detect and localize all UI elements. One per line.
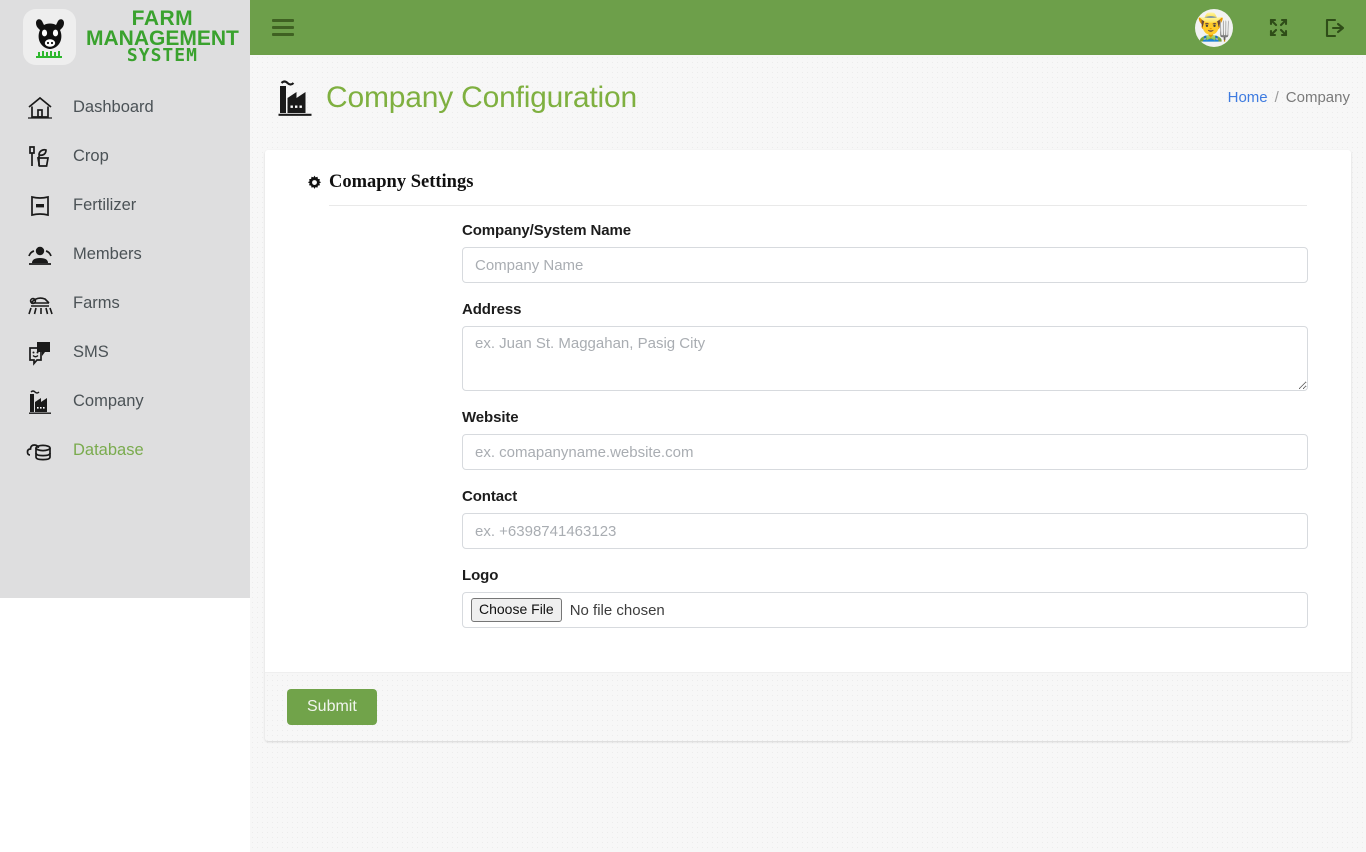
field-wrap: Company/System Name bbox=[462, 222, 1329, 283]
contact-input[interactable] bbox=[462, 513, 1308, 549]
card-header: Comapny Settings bbox=[265, 150, 1351, 206]
address-textarea[interactable] bbox=[462, 326, 1308, 391]
form-group-logo: Logo Choose File No file chosen bbox=[287, 567, 1329, 628]
breadcrumb-separator: / bbox=[1275, 89, 1279, 106]
brand-logo-block[interactable]: FARM MANAGEMENT SYSTEM bbox=[0, 0, 250, 73]
card-body: Company/System Name Address bbox=[265, 206, 1351, 672]
field-wrap: Address bbox=[462, 301, 1329, 391]
brand-text: FARM MANAGEMENT SYSTEM bbox=[86, 8, 239, 65]
hamburger-icon[interactable] bbox=[272, 19, 294, 37]
breadcrumb: Home / Company bbox=[1228, 89, 1350, 106]
topbar: 👨‍🌾 bbox=[250, 0, 1366, 55]
field-label-address: Address bbox=[462, 301, 1308, 318]
sidebar-item-label: Fertilizer bbox=[73, 196, 136, 215]
sidebar-nav: Dashboard Crop Fertilizer bbox=[0, 73, 250, 475]
sidebar-item-company[interactable]: Company bbox=[0, 377, 250, 426]
submit-button[interactable]: Submit bbox=[287, 689, 377, 725]
sidebar-item-label: SMS bbox=[73, 343, 109, 362]
breadcrumb-current: Company bbox=[1286, 89, 1350, 106]
sidebar-item-crop[interactable]: Crop bbox=[0, 132, 250, 181]
farmer-avatar-glyph: 👨‍🌾 bbox=[1197, 14, 1231, 41]
app-root: FARM MANAGEMENT SYSTEM Dashboard bbox=[0, 0, 1366, 852]
database-cloud-icon bbox=[24, 435, 56, 467]
expand-arrows-icon[interactable] bbox=[1267, 17, 1289, 39]
breadcrumb-home-link[interactable]: Home bbox=[1228, 89, 1268, 106]
chat-bubble-icon bbox=[24, 337, 56, 369]
sidebar-item-label: Company bbox=[73, 392, 144, 411]
topbar-actions: 👨‍🌾 bbox=[1195, 9, 1366, 47]
card-footer: Submit bbox=[265, 672, 1351, 741]
form-group-company-name: Company/System Name bbox=[287, 222, 1329, 283]
sidebar-item-database[interactable]: Database bbox=[0, 426, 250, 475]
field-label-company-name: Company/System Name bbox=[462, 222, 1308, 239]
logout-icon[interactable] bbox=[1323, 17, 1345, 39]
field-label-logo: Logo bbox=[462, 567, 1308, 584]
sidebar: FARM MANAGEMENT SYSTEM Dashboard bbox=[0, 0, 250, 598]
sidebar-item-fertilizer[interactable]: Fertilizer bbox=[0, 181, 250, 230]
file-status-text: No file chosen bbox=[570, 602, 665, 619]
sidebar-item-label: Dashboard bbox=[73, 98, 154, 117]
form-group-website: Website bbox=[287, 409, 1329, 470]
logo-file-input[interactable]: Choose File No file chosen bbox=[462, 592, 1308, 628]
sidebar-item-sms[interactable]: SMS bbox=[0, 328, 250, 377]
page-title: Company Configuration bbox=[326, 81, 637, 115]
form-group-address: Address bbox=[287, 301, 1329, 391]
plant-pot-icon bbox=[24, 141, 56, 173]
farm-field-icon bbox=[24, 288, 56, 320]
company-name-input[interactable] bbox=[462, 247, 1308, 283]
sidebar-item-label: Database bbox=[73, 441, 144, 460]
field-wrap: Website bbox=[462, 409, 1329, 470]
choose-file-button[interactable]: Choose File bbox=[471, 598, 562, 622]
cow-head-icon bbox=[23, 9, 76, 65]
sidebar-item-label: Crop bbox=[73, 147, 109, 166]
field-wrap: Contact bbox=[462, 488, 1329, 549]
sidebar-item-members[interactable]: Members bbox=[0, 230, 250, 279]
website-input[interactable] bbox=[462, 434, 1308, 470]
fertilizer-bag-icon bbox=[24, 190, 56, 222]
page-title-wrap: Company Configuration bbox=[274, 60, 637, 134]
field-wrap: Logo Choose File No file chosen bbox=[462, 567, 1329, 628]
card-header-title-row: Comapny Settings bbox=[307, 172, 1329, 193]
page-header: Company Configuration Home / Company bbox=[250, 55, 1366, 140]
people-icon bbox=[24, 239, 56, 271]
brand-line-1: FARM bbox=[86, 8, 239, 29]
factory-icon bbox=[274, 77, 316, 119]
sidebar-item-label: Members bbox=[73, 245, 142, 264]
field-label-website: Website bbox=[462, 409, 1308, 426]
content-area: Company Configuration Home / Company Co bbox=[250, 55, 1366, 852]
card-header-title: Comapny Settings bbox=[329, 172, 473, 193]
sidebar-item-dashboard[interactable]: Dashboard bbox=[0, 83, 250, 132]
field-label-contact: Contact bbox=[462, 488, 1308, 505]
sidebar-item-farms[interactable]: Farms bbox=[0, 279, 250, 328]
form-group-contact: Contact bbox=[287, 488, 1329, 549]
home-icon bbox=[24, 92, 56, 124]
company-settings-card: Comapny Settings Company/System Name bbox=[265, 150, 1351, 741]
avatar[interactable]: 👨‍🌾 bbox=[1195, 9, 1233, 47]
gear-icon bbox=[307, 175, 322, 190]
factory-icon bbox=[24, 386, 56, 418]
sidebar-item-label: Farms bbox=[73, 294, 120, 313]
